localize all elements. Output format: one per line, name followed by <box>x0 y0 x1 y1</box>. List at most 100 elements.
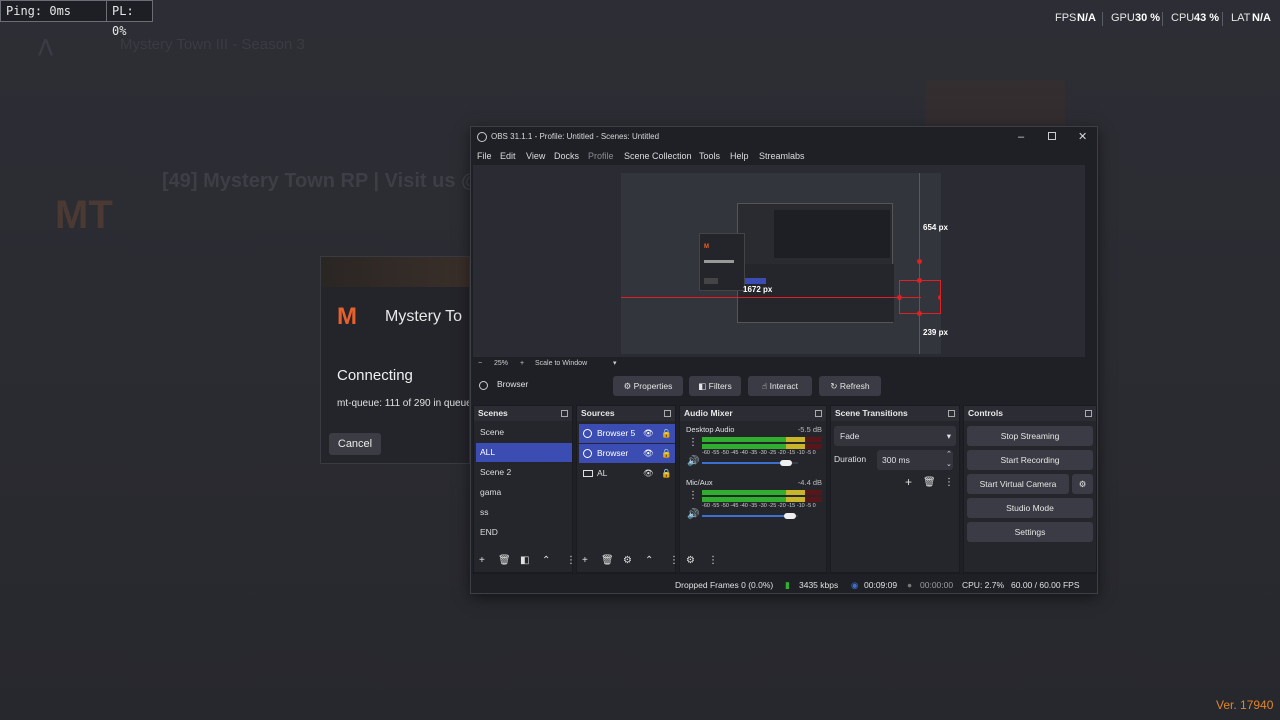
filter-icon: ◧ <box>698 381 707 391</box>
interact-button[interactable]: ☝ Interact <box>748 376 812 396</box>
dock-undock-icon[interactable] <box>815 410 822 417</box>
speaker-icon[interactable]: 🔊 <box>687 457 699 467</box>
zoom-in-button[interactable]: + <box>520 358 524 370</box>
menu-profile[interactable]: Profile <box>588 147 614 165</box>
refresh-button[interactable]: ↻ Refresh <box>819 376 881 396</box>
trash-icon[interactable]: 🗑 <box>923 478 936 488</box>
settings-button[interactable]: Settings <box>967 522 1093 542</box>
close-icon[interactable]: ✕ <box>1078 127 1087 147</box>
selection-box[interactable] <box>899 280 941 314</box>
trash-icon[interactable]: 🗑 <box>498 556 511 566</box>
properties-button[interactable]: ⚙ Properties <box>613 376 683 396</box>
audio-mixer-header: Audio Mixer <box>684 408 733 418</box>
source-item[interactable]: AL 👁 🔒 <box>579 464 675 483</box>
scene-item[interactable]: ss <box>476 503 572 522</box>
add-icon[interactable]: + <box>905 476 912 488</box>
advanced-audio-icon[interactable]: ⚙ <box>686 556 695 566</box>
background-logo: MT <box>55 193 113 237</box>
duration-input[interactable]: 300 ms <box>877 450 953 470</box>
volume-slider-handle[interactable] <box>784 513 797 519</box>
trash-icon[interactable]: 🗑 <box>601 556 614 566</box>
scale-mode-select[interactable]: Scale to Window <box>535 358 587 370</box>
scene-item[interactable]: Scene 2 <box>476 463 572 482</box>
resize-handle[interactable] <box>938 295 941 300</box>
more-icon[interactable]: ⋮ <box>669 556 679 566</box>
cancel-button[interactable]: Cancel <box>329 433 381 455</box>
eye-icon[interactable]: 👁 <box>643 424 654 443</box>
zoom-out-button[interactable]: − <box>478 358 482 370</box>
menu-file[interactable]: File <box>477 147 492 165</box>
studio-mode-button[interactable]: Studio Mode <box>967 498 1093 518</box>
stepper-up-icon[interactable]: ⌃ <box>946 450 952 458</box>
guide-line-horizontal <box>621 297 921 298</box>
more-icon[interactable]: ⋮ <box>944 478 954 488</box>
resize-handle[interactable] <box>917 278 922 283</box>
source-item-selected[interactable]: Browser 👁 🔒 <box>579 444 675 463</box>
menu-scene-collection[interactable]: Scene Collection <box>624 147 692 165</box>
zoom-percent: 25% <box>494 360 509 367</box>
dock-undock-icon[interactable] <box>1085 410 1092 417</box>
menu-view[interactable]: View <box>526 147 545 165</box>
add-icon[interactable]: + <box>582 556 588 566</box>
scene-item[interactable]: END <box>476 523 572 542</box>
chevron-up-icon[interactable]: ⌃ <box>542 556 550 566</box>
sources-header: Sources <box>581 408 615 418</box>
meter-scale: -60 -55 -50 -45 -40 -35 -30 -25 -20 -15 … <box>702 503 816 509</box>
chevron-down-icon[interactable]: ▾ <box>613 358 617 370</box>
transition-select[interactable]: Fade ▾ <box>834 426 956 446</box>
volume-slider-handle[interactable] <box>780 460 793 466</box>
speaker-icon[interactable]: 🔊 <box>687 510 699 520</box>
menu-help[interactable]: Help <box>730 147 749 165</box>
add-icon[interactable]: + <box>479 556 485 566</box>
lock-icon[interactable]: 🔒 <box>661 464 672 483</box>
maximize-icon[interactable] <box>1048 132 1056 140</box>
resize-handle[interactable] <box>917 259 922 264</box>
audio-mixer-dock: Audio Mixer Desktop Audio -5.5 dB ⋮ -60 … <box>679 405 827 573</box>
selected-source-name: Browser <box>497 379 529 389</box>
preview-canvas[interactable]: M <box>621 173 941 354</box>
scene-item[interactable]: Scene <box>476 423 572 442</box>
start-recording-button[interactable]: Start Recording <box>967 450 1093 470</box>
menu-tools[interactable]: Tools <box>699 147 720 165</box>
controls-header: Controls <box>968 408 1003 418</box>
preview-area[interactable]: M 654 px 1672 px 239 px <box>473 165 1085 357</box>
channel-name: Mic/Aux <box>686 478 713 487</box>
nested-obs-capture <box>737 203 894 323</box>
more-icon[interactable]: ⋮ <box>688 491 698 501</box>
dock-undock-icon[interactable] <box>561 410 568 417</box>
source-toolbar: Browser ⚙ Properties ◧ Filters ☝ Interac… <box>471 373 1097 399</box>
dock-undock-icon[interactable] <box>664 410 671 417</box>
resize-handle[interactable] <box>917 311 922 316</box>
connecting-dialog: M Mystery To Connecting mt-queue: 111 of… <box>320 256 470 464</box>
filter-icon[interactable]: ◧ <box>520 556 529 566</box>
resize-handle[interactable] <box>897 295 902 300</box>
more-icon[interactable]: ⋮ <box>708 556 718 566</box>
filters-button[interactable]: ◧ Filters <box>689 376 741 396</box>
minimize-icon[interactable]: – <box>1018 127 1024 147</box>
eye-icon[interactable]: 👁 <box>643 444 654 463</box>
menu-streamlabs[interactable]: Streamlabs <box>759 147 805 165</box>
volume-slider[interactable] <box>702 515 791 517</box>
scene-item[interactable]: gama <box>476 483 572 502</box>
menu-docks[interactable]: Docks <box>554 147 579 165</box>
fps-readout: 60.00 / 60.00 FPS <box>1011 580 1080 590</box>
dock-undock-icon[interactable] <box>948 410 955 417</box>
start-virtual-camera-button[interactable]: Start Virtual Camera <box>967 474 1069 494</box>
obs-menubar: File Edit View Docks Profile Scene Colle… <box>471 147 1097 165</box>
menu-edit[interactable]: Edit <box>500 147 516 165</box>
lock-icon[interactable]: 🔒 <box>661 424 672 443</box>
lock-icon[interactable]: 🔒 <box>661 444 672 463</box>
gear-icon[interactable]: ⚙ <box>623 556 632 566</box>
virtual-camera-settings-button[interactable]: ⚙ <box>1072 474 1093 494</box>
stream-icon: ◉ <box>851 580 859 590</box>
obs-titlebar: OBS 31.1.1 - Profile: Untitled - Scenes:… <box>471 127 1097 147</box>
chevron-up-icon[interactable]: ⌃ <box>645 556 653 566</box>
stop-streaming-button[interactable]: Stop Streaming <box>967 426 1093 446</box>
scene-item-selected[interactable]: ALL <box>476 443 572 462</box>
volume-slider[interactable] <box>702 462 787 464</box>
more-icon[interactable]: ⋮ <box>688 438 698 448</box>
more-icon[interactable]: ⋮ <box>566 556 576 566</box>
source-item-selected[interactable]: Browser 5 👁 🔒 <box>579 424 675 443</box>
stepper-down-icon[interactable]: ⌄ <box>946 460 952 468</box>
eye-icon[interactable]: 👁 <box>643 464 654 483</box>
